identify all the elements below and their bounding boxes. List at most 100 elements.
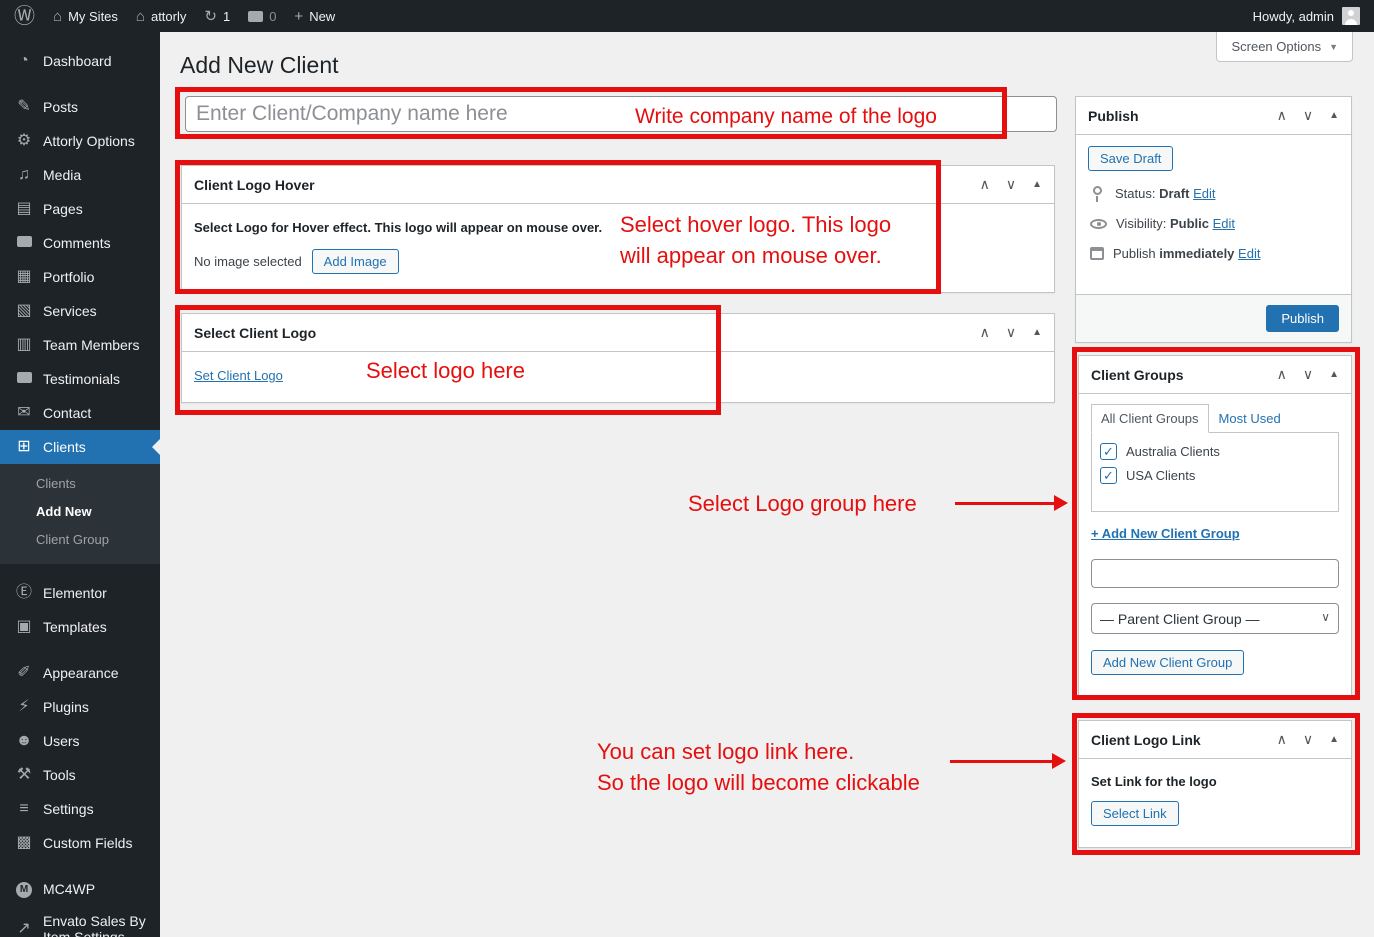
comments-menu[interactable]: 0	[248, 9, 276, 24]
select-link-button[interactable]: Select Link	[1091, 801, 1179, 826]
move-up-icon[interactable]: ∧	[980, 176, 990, 193]
sidebar-item-users[interactable]: ☻Users	[0, 724, 160, 758]
add-image-button[interactable]: Add Image	[312, 249, 399, 274]
new-content-menu[interactable]: + New	[294, 9, 335, 24]
checkbox-checked-icon[interactable]: ✓	[1100, 467, 1117, 484]
admin-bar: Ⓦ ⌂ My Sites ⌂ attorly ↻ 1 0 + New Howdy…	[0, 0, 1374, 32]
group-row-australia: ✓ Australia Clients	[1100, 443, 1330, 460]
dashboard-icon: ◔	[14, 53, 34, 69]
sidebar-item-elementor[interactable]: ⒺElementor	[0, 576, 160, 610]
sidebar-item-label: Tools	[43, 767, 76, 783]
envelope-icon: ✉	[14, 405, 34, 421]
move-down-icon[interactable]: ∨	[1006, 176, 1016, 193]
metabox-header[interactable]: Select Client Logo ∧ ∨ ▲	[182, 314, 1054, 352]
sidebar-item-services[interactable]: ▧Services	[0, 294, 160, 328]
edit-schedule-link[interactable]: Edit	[1238, 246, 1260, 261]
site-name-menu[interactable]: ⌂ attorly	[136, 9, 186, 24]
my-sites-icon: ⌂	[53, 9, 62, 24]
screen-options-button[interactable]: Screen Options ▼	[1216, 32, 1353, 62]
metabox-header[interactable]: Client Logo Link ∧ ∨ ▲	[1079, 721, 1351, 759]
avatar[interactable]	[1342, 7, 1360, 25]
services-icon: ▧	[14, 303, 34, 319]
submenu-item-add-new[interactable]: Add New	[0, 498, 160, 526]
annotation-text-title: Write company name of the logo	[635, 105, 937, 129]
annotation-text-logo: Select logo here	[366, 358, 525, 384]
sidebar-item-dashboard[interactable]: ◔Dashboard	[0, 44, 160, 78]
updates-menu[interactable]: ↻ 1	[204, 9, 230, 24]
sidebar-item-envato-sales[interactable]: ↗Envato Sales By Item Settings	[0, 906, 160, 937]
brush-icon: ✐	[14, 665, 34, 681]
move-up-icon[interactable]: ∧	[1277, 731, 1287, 748]
sidebar-item-attorly-options[interactable]: ⚙ Attorly Options	[0, 124, 160, 158]
sidebar-item-custom-fields[interactable]: ▩Custom Fields	[0, 826, 160, 860]
group-label: Australia Clients	[1126, 444, 1220, 459]
toggle-panel-icon[interactable]: ▲	[1032, 327, 1042, 338]
wordpress-menu[interactable]: Ⓦ	[14, 6, 35, 27]
sidebar-item-templates[interactable]: ▣Templates	[0, 610, 160, 644]
sidebar-item-pages[interactable]: ▤Pages	[0, 192, 160, 226]
metabox-header[interactable]: Client Logo Hover ∧ ∨ ▲	[182, 166, 1054, 204]
submenu-item-clients[interactable]: Clients	[0, 470, 160, 498]
status-row: Status: Draft Edit	[1090, 186, 1337, 201]
toggle-panel-icon[interactable]: ▲	[1329, 369, 1339, 380]
sidebar-item-tools[interactable]: ⚒Tools	[0, 758, 160, 792]
move-down-icon[interactable]: ∨	[1303, 366, 1313, 383]
comments-count: 0	[269, 9, 276, 24]
tab-most-used[interactable]: Most Used	[1209, 405, 1291, 432]
publish-button[interactable]: Publish	[1266, 305, 1339, 332]
sidebar-item-contact[interactable]: ✉Contact	[0, 396, 160, 430]
sidebar-item-comments[interactable]: Comments	[0, 226, 160, 260]
move-up-icon[interactable]: ∧	[1277, 107, 1287, 124]
checkbox-checked-icon[interactable]: ✓	[1100, 443, 1117, 460]
howdy-admin-menu[interactable]: Howdy, admin	[1253, 9, 1334, 24]
sidebar-item-plugins[interactable]: ⚡Plugins	[0, 690, 160, 724]
schedule-label: Publish	[1113, 246, 1156, 261]
new-group-name-input[interactable]	[1091, 559, 1339, 588]
sidebar-item-label: Team Members	[43, 337, 139, 353]
move-down-icon[interactable]: ∨	[1006, 324, 1016, 341]
move-down-icon[interactable]: ∨	[1303, 107, 1313, 124]
edit-status-link[interactable]: Edit	[1193, 186, 1215, 201]
move-down-icon[interactable]: ∨	[1303, 731, 1313, 748]
move-up-icon[interactable]: ∧	[980, 324, 990, 341]
toggle-panel-icon[interactable]: ▲	[1032, 179, 1042, 190]
set-client-logo-link[interactable]: Set Client Logo	[194, 368, 283, 383]
client-groups-metabox: Client Groups ∧ ∨ ▲ All Client Groups Mo…	[1078, 355, 1352, 697]
client-logo-link-metabox: Client Logo Link ∧ ∨ ▲ Set Link for the …	[1078, 720, 1352, 848]
add-new-client-group-link[interactable]: + Add New Client Group	[1091, 526, 1240, 541]
edit-visibility-link[interactable]: Edit	[1213, 216, 1235, 231]
sidebar-item-label: Testimonials	[43, 371, 120, 387]
elementor-icon: Ⓔ	[14, 585, 34, 601]
sidebar-item-clients[interactable]: ⊞Clients	[0, 430, 160, 464]
gear-icon: ⚙	[14, 133, 34, 149]
tab-all-client-groups[interactable]: All Client Groups	[1091, 404, 1209, 433]
submenu-item-client-group[interactable]: Client Group	[0, 526, 160, 554]
sidebar-item-media[interactable]: ♫Media	[0, 158, 160, 192]
sidebar-item-label: Plugins	[43, 699, 89, 715]
metabox-header[interactable]: Client Groups ∧ ∨ ▲	[1079, 356, 1351, 394]
parent-group-select[interactable]: — Parent Client Group —	[1091, 603, 1339, 634]
select-client-logo-metabox: Select Client Logo ∧ ∨ ▲ Set Client Logo	[181, 313, 1055, 403]
sidebar-item-label: Clients	[43, 439, 86, 455]
sidebar-item-team-members[interactable]: ▥Team Members	[0, 328, 160, 362]
sidebar-item-label: Pages	[43, 201, 83, 217]
toggle-panel-icon[interactable]: ▲	[1329, 110, 1339, 121]
sidebar-item-portfolio[interactable]: ▦Portfolio	[0, 260, 160, 294]
sidebar-item-label: Attorly Options	[43, 133, 135, 149]
move-up-icon[interactable]: ∧	[1277, 366, 1287, 383]
calendar-icon	[1090, 247, 1104, 260]
save-draft-button[interactable]: Save Draft	[1088, 146, 1173, 171]
sidebar-item-settings[interactable]: ≡Settings	[0, 792, 160, 826]
metabox-header[interactable]: Publish ∧ ∨ ▲	[1076, 97, 1351, 135]
sidebar-item-testimonials[interactable]: Testimonials	[0, 362, 160, 396]
toggle-panel-icon[interactable]: ▲	[1329, 734, 1339, 745]
add-new-client-group-button[interactable]: Add New Client Group	[1091, 650, 1244, 675]
sidebar-item-posts[interactable]: ✎Posts	[0, 90, 160, 124]
annotation-line: So the logo will become clickable	[597, 767, 920, 798]
sidebar-item-mc4wp[interactable]: MMC4WP	[0, 872, 160, 906]
visibility-label: Visibility:	[1116, 216, 1166, 231]
chevron-down-icon: ▼	[1329, 42, 1338, 52]
sidebar-item-appearance[interactable]: ✐Appearance	[0, 656, 160, 690]
metabox-title: Client Logo Hover	[194, 177, 315, 193]
my-sites-menu[interactable]: ⌂ My Sites	[53, 9, 118, 24]
